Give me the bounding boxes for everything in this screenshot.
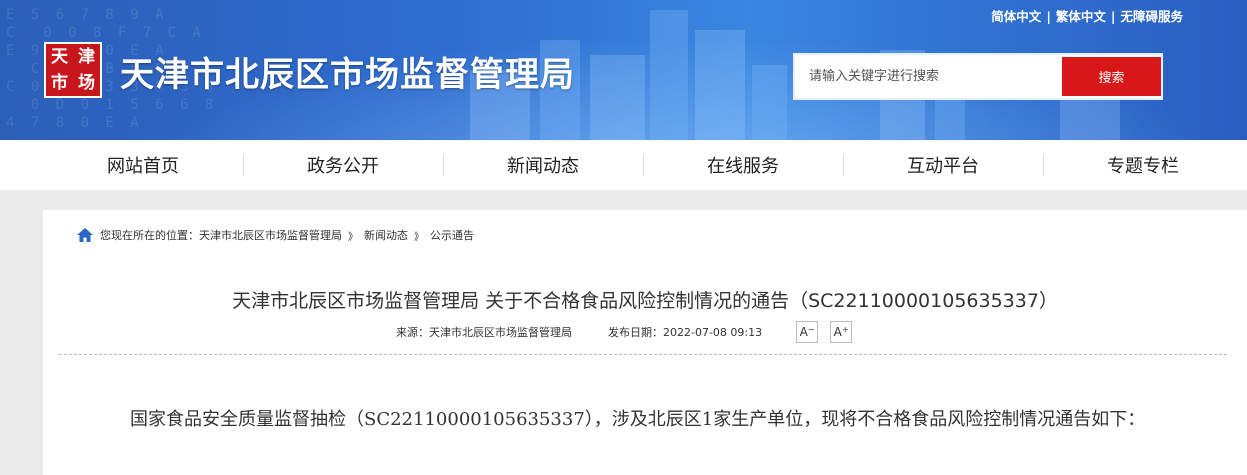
- breadcrumb-separator: 》: [414, 231, 424, 243]
- nav-item-gov-affairs[interactable]: 政务公开: [243, 152, 443, 178]
- article-title: 天津市北辰区市场监督管理局 关于不合格食品风险控制情况的通告（SC2211000…: [232, 290, 1058, 312]
- logo-char: 场: [78, 72, 95, 93]
- link-simplified-chinese[interactable]: 简体中文: [991, 9, 1041, 24]
- site-logo[interactable]: 天 津 市 场: [44, 42, 102, 98]
- logo-char: 津: [78, 46, 95, 67]
- breadcrumb: 您现在所在的位置： 天津市北辰区市场监督管理局 》 新闻动态 》 公示通告: [76, 227, 474, 243]
- breadcrumb-item-bureau[interactable]: 天津市北辰区市场监督管理局: [199, 227, 342, 243]
- font-increase-button[interactable]: A +: [830, 321, 853, 343]
- link-accessibility[interactable]: 无障碍服务: [1120, 9, 1183, 24]
- header-banner: E 5 6 7 8 9 A C 0 0 8 F 7 C A E 9 0 6 0 …: [0, 0, 1247, 140]
- breadcrumb-item-news[interactable]: 新闻动态: [364, 227, 408, 243]
- article-meta: 来源：天津市北辰区市场监督管理局 发布日期：2022-07-08 09:13 A…: [396, 321, 853, 343]
- search-box: 搜索: [793, 53, 1163, 100]
- nav-item-home[interactable]: 网站首页: [43, 152, 243, 178]
- article-date: 发布日期：2022-07-08 09:13: [608, 326, 763, 339]
- home-icon: [77, 228, 93, 242]
- nav-item-interaction[interactable]: 互动平台: [843, 152, 1043, 178]
- breadcrumb-separator: 》: [348, 231, 358, 243]
- top-links: 简体中文 | 繁体中文 | 无障碍服务: [991, 9, 1183, 24]
- site-title: 天津市北辰区市场监督管理局: [120, 55, 575, 95]
- nav-item-special-topics[interactable]: 专题专栏: [1043, 152, 1243, 178]
- font-decrease-button[interactable]: A −: [796, 321, 819, 343]
- logo-char: 市: [51, 72, 68, 93]
- search-input[interactable]: [795, 55, 1061, 98]
- search-button[interactable]: 搜索: [1062, 57, 1161, 96]
- title-divider: [59, 354, 1227, 355]
- skyline-building: [590, 55, 645, 140]
- main-nav: 网站首页 政务公开 新闻动态 在线服务 互动平台 专题专栏: [0, 140, 1247, 190]
- article-body: 国家食品安全质量监督抽检（SC22110000105635337），涉及北辰区1…: [130, 409, 1146, 430]
- nav-item-news[interactable]: 新闻动态: [443, 152, 643, 178]
- skyline-building: [650, 10, 688, 140]
- skyline-building: [695, 30, 745, 140]
- logo-char: 天: [51, 46, 68, 67]
- nav-item-online-service[interactable]: 在线服务: [643, 152, 843, 178]
- article-card: 您现在所在的位置： 天津市北辰区市场监督管理局 》 新闻动态 》 公示通告 天津…: [43, 210, 1247, 475]
- article-source: 来源：天津市北辰区市场监督管理局: [396, 326, 572, 339]
- breadcrumb-item-notices[interactable]: 公示通告: [430, 227, 474, 243]
- skyline-building: [752, 65, 787, 140]
- breadcrumb-prefix: 您现在所在的位置：: [100, 229, 199, 242]
- link-traditional-chinese[interactable]: 繁体中文: [1056, 9, 1106, 24]
